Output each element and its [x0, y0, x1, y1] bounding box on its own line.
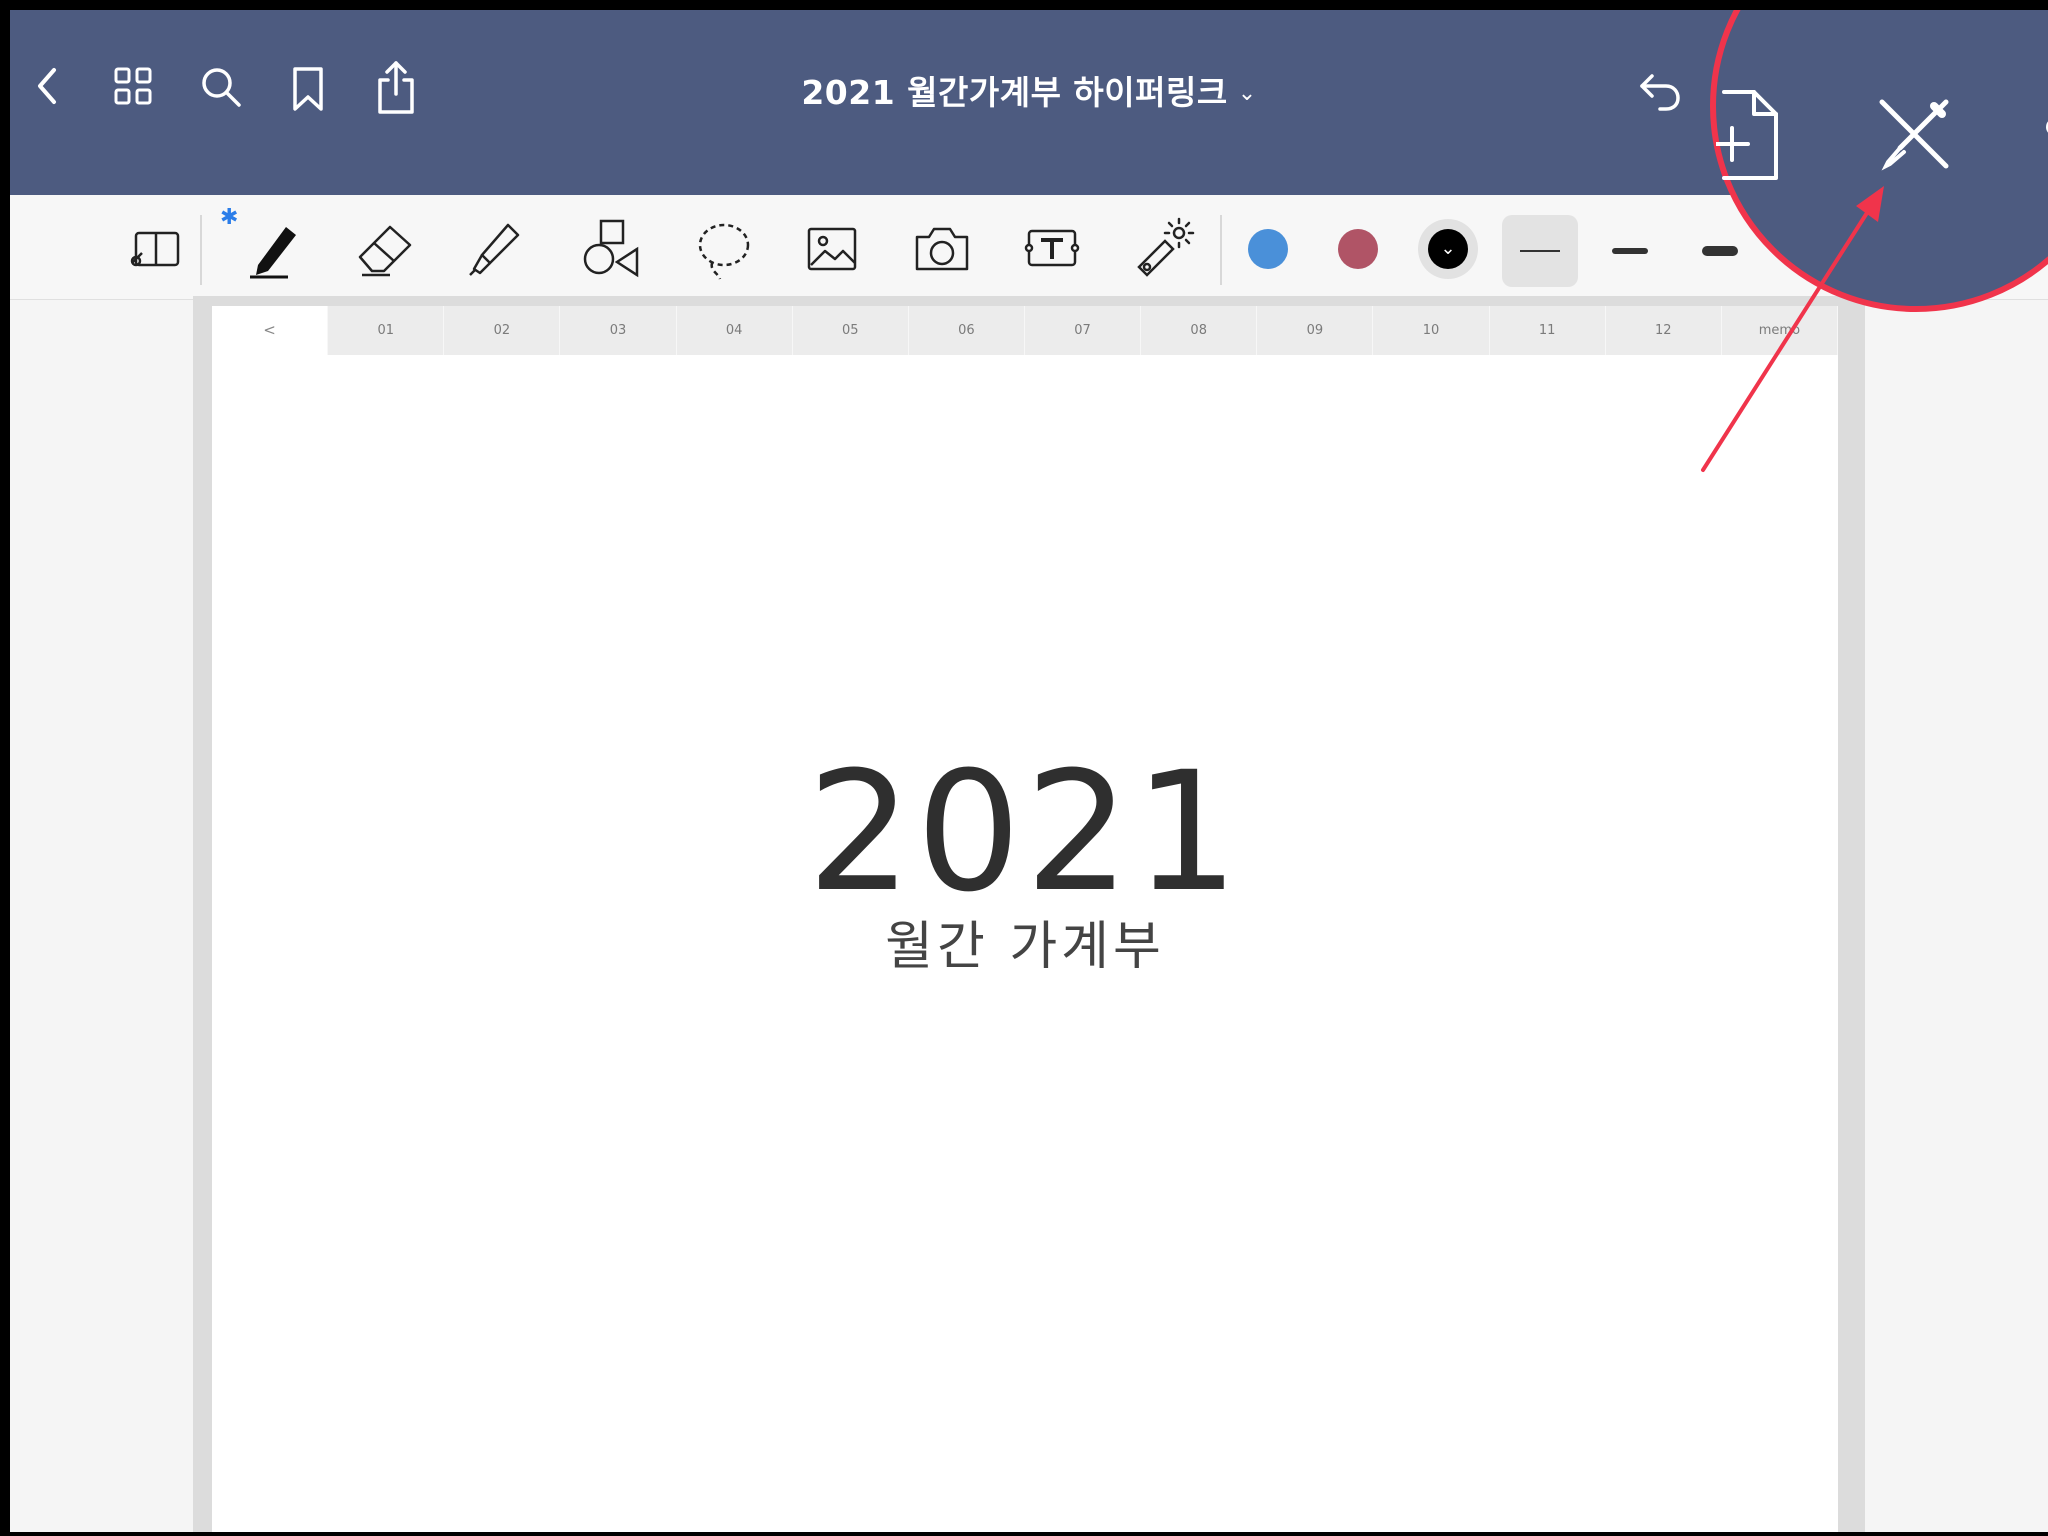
- annotation-arrow: [1701, 186, 1884, 472]
- app-window: 2021 월간가계부 하이퍼링크 ⌄ ✱ ⌄ < 01 02 03 04 05 …: [10, 10, 2048, 1532]
